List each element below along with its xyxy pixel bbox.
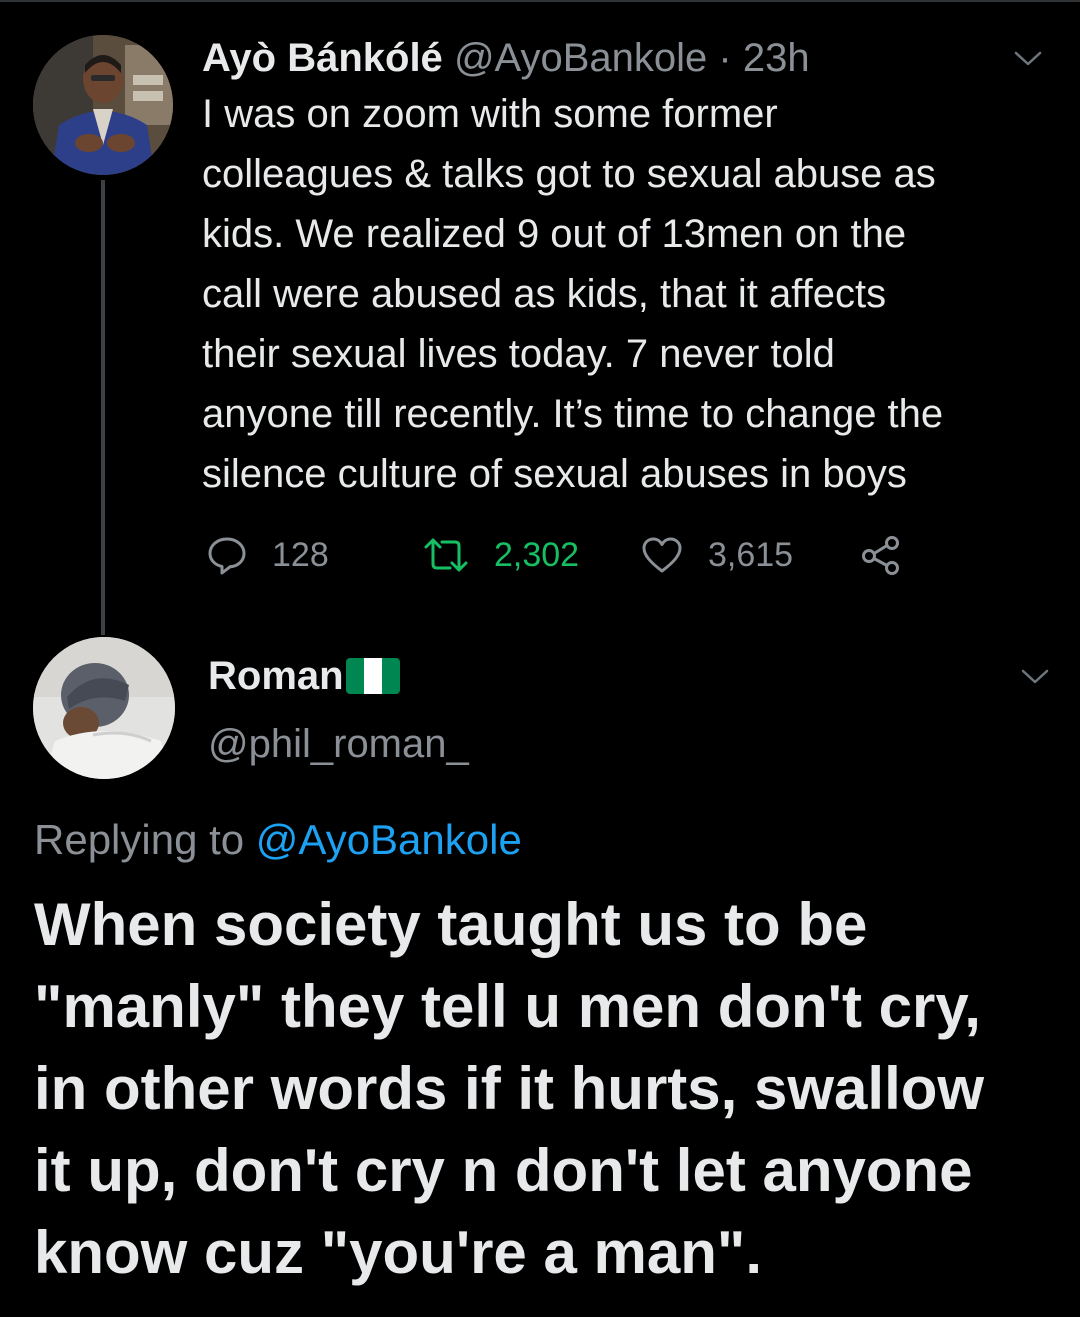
- tweet-actions-bar: 128 2,302 3,615: [202, 528, 942, 582]
- author-handle[interactable]: @AyoBankole: [454, 36, 707, 80]
- thread-connector-line: [101, 180, 105, 635]
- share-button[interactable]: [860, 528, 902, 582]
- top-divider: [0, 0, 1080, 2]
- tweet-text-line: colleagues & talks got to sexual abuse a…: [202, 152, 936, 196]
- author-name[interactable]: Ayò Bánkólé: [202, 36, 443, 80]
- tweet-text-line: silence culture of sexual abuses in boys: [202, 452, 907, 496]
- like-count: 3,615: [708, 535, 794, 574]
- retweet-count: 2,302: [494, 535, 580, 574]
- reply-text-line: it up, don't cry n don't let anyone: [34, 1137, 973, 1204]
- tweet-timestamp[interactable]: 23h: [743, 36, 810, 80]
- reply-author-avatar[interactable]: [33, 637, 175, 779]
- reply-text-line: When society taught us to be: [34, 891, 868, 958]
- nigeria-flag-icon: [345, 658, 400, 694]
- reply-author-handle[interactable]: @phil_roman_: [208, 718, 469, 770]
- like-button[interactable]: 3,615: [640, 528, 793, 582]
- tweet-text-line: anyone till recently. It’s time to chang…: [202, 392, 944, 436]
- retweet-button[interactable]: 2,302: [422, 528, 579, 582]
- reply-button[interactable]: 128: [206, 528, 329, 582]
- reply-text-line: in other words if it hurts, swallow: [34, 1055, 985, 1122]
- reply-count: 128: [272, 535, 329, 574]
- reply-text-line: know cuz "you're a man".: [34, 1219, 762, 1286]
- replying-to-label: Replying to: [34, 816, 245, 863]
- tweet-header: Ayò Bánkólé @AyoBankole · 23h: [202, 32, 810, 84]
- tweet-text-line: I was on zoom with some former: [202, 92, 778, 136]
- tweet-text-line: kids. We realized 9 out of 13men on the: [202, 212, 907, 256]
- chevron-down-icon[interactable]: [1013, 50, 1043, 68]
- reply-text-line: "manly" they tell u men don't cry,: [34, 973, 981, 1040]
- heart-icon: [640, 534, 684, 576]
- reply-text: When society taught us to be "manly" the…: [34, 884, 1064, 1294]
- tweet-text: I was on zoom with some former colleague…: [202, 84, 1062, 504]
- replying-to: Replying to @AyoBankole: [34, 812, 522, 868]
- meta-separator: ·: [718, 36, 732, 80]
- reply-author-name-row[interactable]: Roman: [208, 650, 400, 702]
- tweet-text-line: their sexual lives today. 7 never told: [202, 332, 835, 376]
- retweet-icon: [422, 534, 470, 576]
- reply-author-name[interactable]: Roman: [208, 654, 344, 699]
- tweet-text-line: call were abused as kids, that it affect…: [202, 272, 887, 316]
- author-avatar[interactable]: [33, 35, 173, 175]
- replying-to-mention[interactable]: @AyoBankole: [256, 816, 522, 863]
- speech-bubble-icon: [206, 534, 248, 576]
- chevron-down-icon[interactable]: [1020, 668, 1050, 686]
- share-icon: [860, 534, 902, 576]
